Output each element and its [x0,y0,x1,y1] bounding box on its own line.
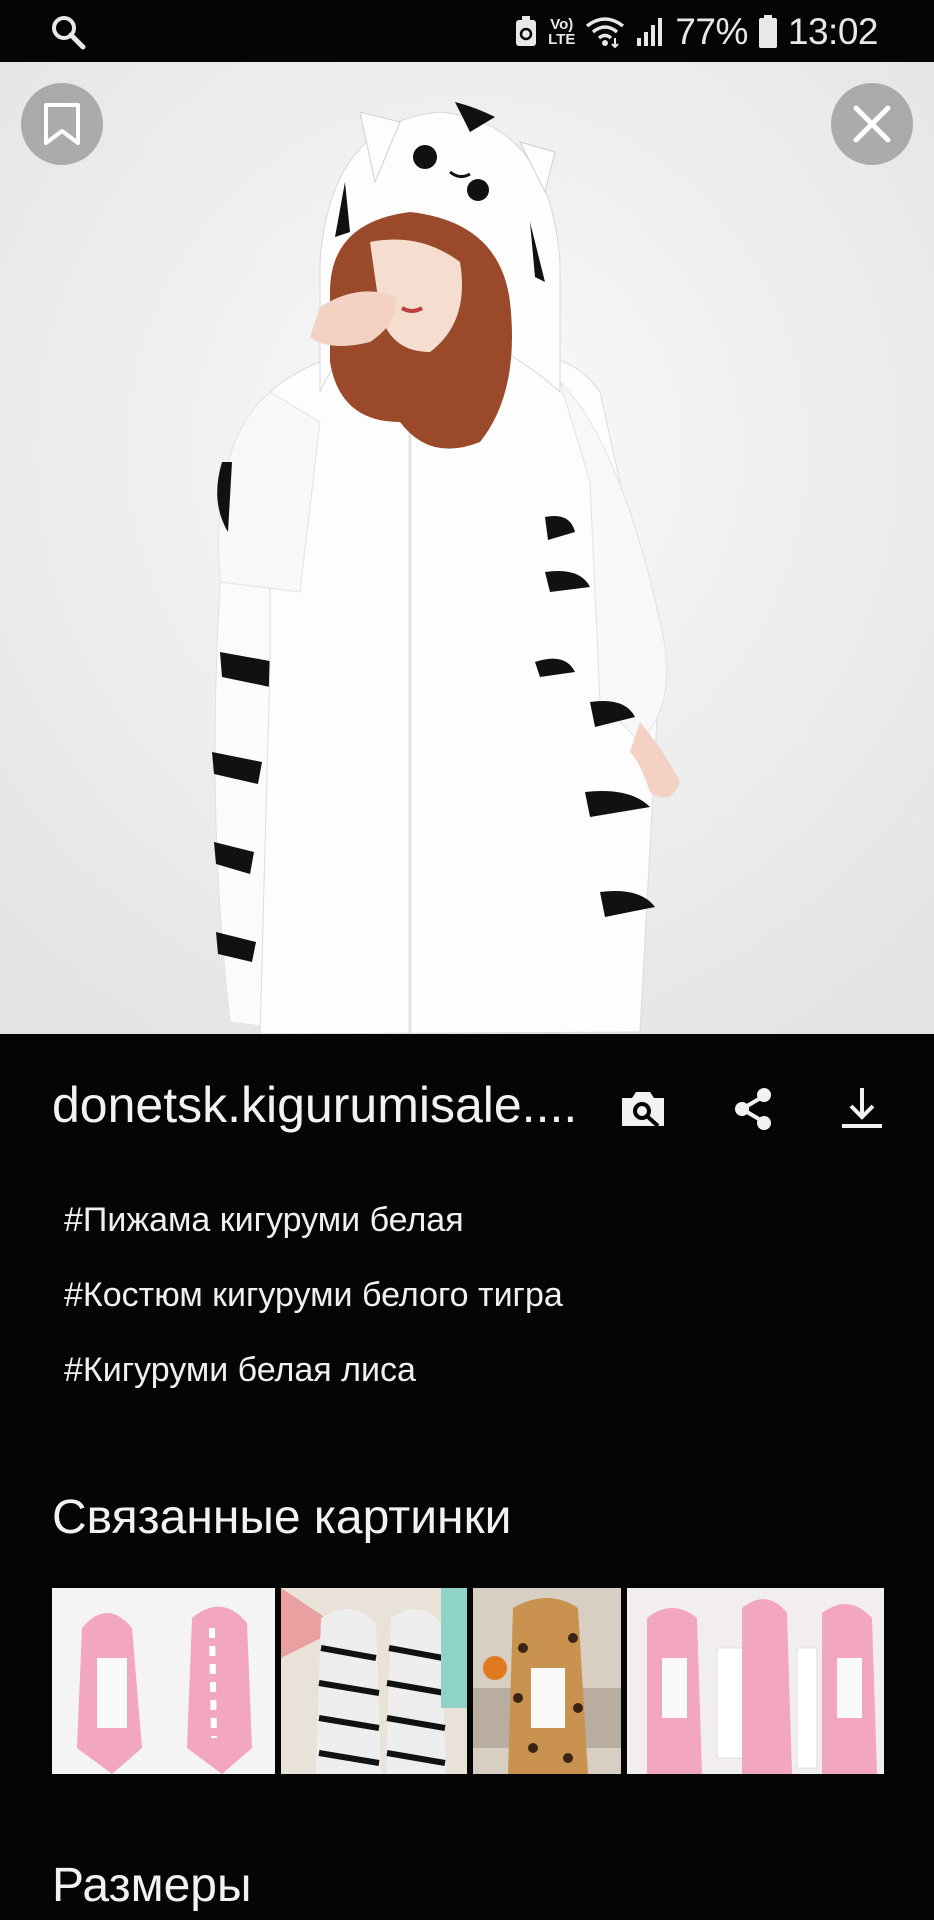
lens-search-icon[interactable] [618,1084,668,1134]
tag-link[interactable]: #Костюм кигуруми белого тигра [64,1265,563,1340]
battery-saver-icon [514,14,538,50]
status-bar: Vo) LTE 77% 13:02 [0,0,934,62]
signal-icon [635,14,665,50]
source-row: donetsk.kigurumisale.... [52,1070,892,1150]
related-images-strip [52,1588,884,1774]
main-image[interactable] [0,62,934,1034]
sizes-heading: Размеры [52,1859,252,1912]
related-thumbnail[interactable] [627,1588,884,1774]
volte-icon: Vo) LTE [548,16,576,48]
battery-icon [758,14,778,50]
bookmark-button[interactable] [21,83,103,165]
related-thumbnail[interactable] [473,1588,621,1774]
tag-link[interactable]: #Пижама кигуруми белая [64,1190,563,1265]
share-icon[interactable] [728,1084,778,1134]
related-images-heading: Связанные картинки [52,1491,512,1544]
tag-link[interactable]: #Кигуруми белая лиса [64,1340,563,1415]
close-icon [853,105,891,143]
wifi-icon [585,14,625,50]
clock: 13:02 [787,11,879,52]
source-domain-link[interactable]: donetsk.kigurumisale.... [52,1076,592,1134]
tag-list: #Пижама кигуруми белая #Костюм кигуруми … [64,1190,563,1415]
related-thumbnail[interactable] [52,1588,275,1774]
kigurumi-photo [0,62,934,1034]
bookmark-icon [44,103,80,145]
close-button[interactable] [831,83,913,165]
search-icon[interactable] [50,14,86,50]
battery-percent: 77% [675,11,748,52]
related-thumbnail[interactable] [281,1588,467,1774]
download-icon[interactable] [837,1084,887,1134]
